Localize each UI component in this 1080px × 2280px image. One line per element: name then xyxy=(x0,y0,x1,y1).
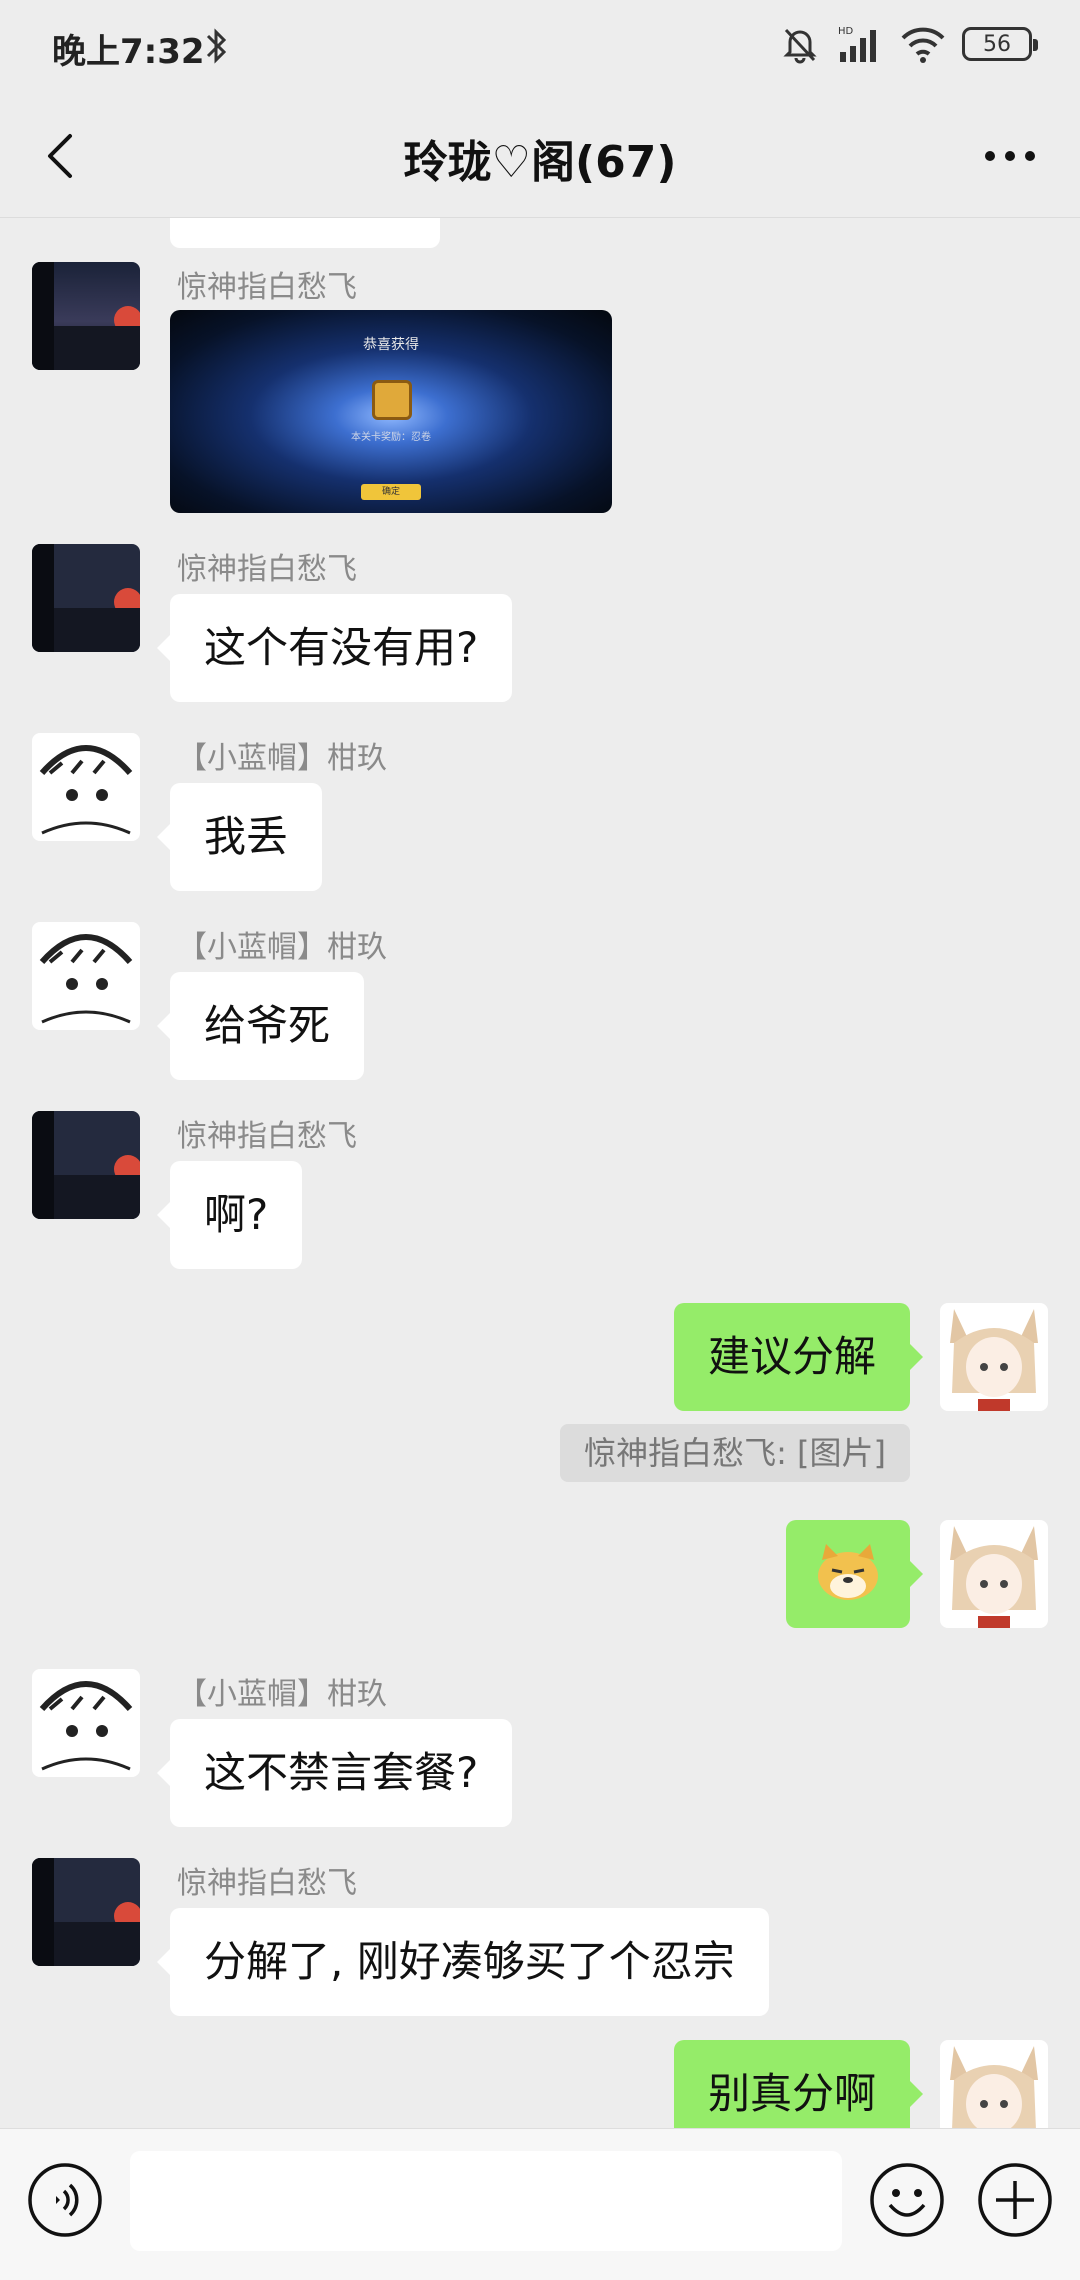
doge-emoji-icon xyxy=(818,1544,878,1600)
image-subcaption: 本关卡奖励：忍卷 xyxy=(351,432,431,443)
input-bar xyxy=(0,2128,1080,2280)
sender-name: 【小蓝帽】柑玖 xyxy=(177,741,387,776)
message-bubble[interactable]: 我丢 xyxy=(156,783,323,891)
avatar[interactable] xyxy=(32,1858,140,1966)
battery-level: 56 xyxy=(983,31,1011,57)
avatar[interactable] xyxy=(32,1669,140,1777)
message-bubble-self[interactable]: 别真分啊 xyxy=(673,2040,924,2128)
image-message[interactable]: 恭喜获得 本关卡奖励：忍卷 确定 xyxy=(170,310,612,513)
message-bubble[interactable]: 这不禁言套餐? xyxy=(156,1719,513,1827)
message-bubble[interactable]: 这个有没有用? xyxy=(156,594,513,702)
message-bubble[interactable]: 分解了, 刚好凑够买了个忍宗 xyxy=(157,1908,769,2016)
avatar-self[interactable] xyxy=(940,1303,1048,1411)
sender-name: 【小蓝帽】柑玖 xyxy=(177,1677,387,1712)
sender-name: 惊神指白愁飞 xyxy=(177,552,357,587)
plus-icon[interactable] xyxy=(976,2161,1054,2239)
wifi-icon xyxy=(901,27,945,63)
sender-name: 惊神指白愁飞 xyxy=(177,1866,357,1901)
avatar[interactable] xyxy=(32,262,140,370)
quote-notice[interactable]: 惊神指白愁飞: [图片] xyxy=(560,1424,910,1482)
message-bubble[interactable]: 给爷死 xyxy=(156,972,365,1080)
status-bar: 晚上7:32 HD 56 xyxy=(0,0,1080,96)
svg-text:HD: HD xyxy=(838,26,854,37)
partial-message-bubble[interactable] xyxy=(170,218,440,248)
avatar[interactable] xyxy=(32,733,140,841)
status-icons: HD 56 xyxy=(780,24,1038,64)
avatar[interactable] xyxy=(32,544,140,652)
bluetooth-icon xyxy=(206,28,227,64)
voice-icon[interactable] xyxy=(26,2161,104,2239)
image-caption: 恭喜获得 xyxy=(363,337,419,353)
more-icon[interactable] xyxy=(970,124,1050,188)
message-bubble-self[interactable]: 建议分解 xyxy=(673,1303,924,1411)
sender-name: 惊神指白愁飞 xyxy=(177,270,357,305)
chat-header: 玲珑♡阁(67) xyxy=(0,96,1080,218)
message-list[interactable]: 惊神指白愁飞 恭喜获得 本关卡奖励：忍卷 确定 惊神指白愁飞 这个有没有用? 【… xyxy=(0,218,1080,2128)
avatar-self[interactable] xyxy=(940,2040,1048,2128)
signal-icon: HD xyxy=(838,26,876,62)
message-input[interactable] xyxy=(130,2151,842,2251)
message-bubble-self[interactable] xyxy=(786,1520,923,1628)
reward-item-icon xyxy=(372,380,412,420)
battery-indicator: 56 xyxy=(962,27,1038,61)
avatar-self[interactable] xyxy=(940,1520,1048,1628)
status-time: 晚上7:32 xyxy=(52,32,205,72)
message-bubble[interactable]: 啊? xyxy=(156,1161,303,1269)
chat-title: 玲珑♡阁(67) xyxy=(403,137,677,188)
avatar[interactable] xyxy=(32,1111,140,1219)
sender-name: 惊神指白愁飞 xyxy=(177,1119,357,1154)
avatar[interactable] xyxy=(32,922,140,1030)
emoji-icon[interactable] xyxy=(868,2161,946,2239)
mute-bell-icon xyxy=(783,28,817,64)
sender-name: 【小蓝帽】柑玖 xyxy=(177,930,387,965)
image-confirm-label: 确定 xyxy=(361,484,421,500)
